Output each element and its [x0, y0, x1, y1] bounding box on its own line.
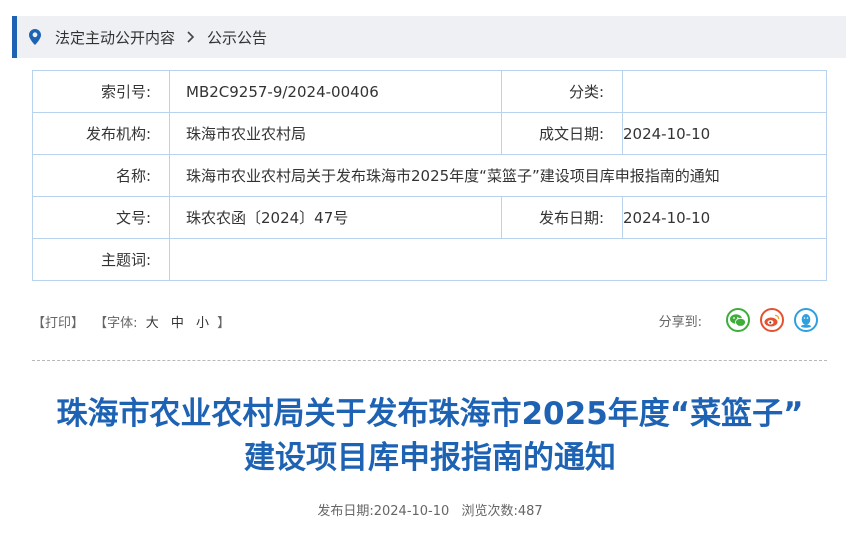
category-value — [622, 70, 827, 113]
views-label: 浏览次数: — [461, 504, 518, 519]
chevron-right-icon — [187, 31, 195, 43]
created-date-label: 成文日期: — [501, 112, 623, 155]
name-value: 珠海市农业农村局关于发布珠海市2025年度“菜篮子”建设项目库申报指南的通知 — [169, 154, 827, 197]
location-pin-icon — [29, 29, 41, 45]
qq-icon[interactable] — [794, 308, 818, 332]
publisher-value: 珠海市农业农村局 — [169, 112, 502, 155]
subject-label: 主题词: — [32, 238, 170, 281]
breadcrumb-current-link[interactable]: 公示公告 — [207, 27, 267, 48]
subject-value — [169, 238, 827, 281]
meta-row-name: 名称: 珠海市农业农村局关于发布珠海市2025年度“菜篮子”建设项目库申报指南的… — [32, 154, 827, 197]
doc-number-label: 文号: — [32, 196, 170, 239]
article-title: 珠海市农业农村局关于发布珠海市2025年度“菜篮子” 建设项目库申报指南的通知 — [20, 392, 840, 480]
meta-row-publisher: 发布机构: 珠海市农业农村局 成文日期: 2024-10-10 — [32, 112, 827, 155]
share-label: 分享到: — [658, 314, 702, 330]
name-label: 名称: — [32, 154, 170, 197]
breadcrumb: 法定主动公开内容 公示公告 — [12, 16, 846, 58]
publish-date-value: 2024-10-10 — [622, 196, 827, 239]
index-value: MB2C9257-9/2024-00406 — [169, 70, 502, 113]
article-tools: 【打印】 【字体: 大 中 小 】 — [32, 312, 230, 331]
font-small-button[interactable]: 小 — [196, 316, 209, 331]
weibo-icon[interactable] — [760, 308, 784, 332]
meta-row-docno: 文号: 珠农农函〔2024〕47号 发布日期: 2024-10-10 — [32, 196, 827, 239]
wechat-icon[interactable] — [726, 308, 750, 332]
publisher-label: 发布机构: — [32, 112, 170, 155]
article-title-line1: 珠海市农业农村局关于发布珠海市2025年度“菜篮子” — [56, 396, 804, 432]
breadcrumb-section-link[interactable]: 法定主动公开内容 — [55, 27, 175, 48]
font-size-suffix: 】 — [217, 316, 231, 331]
font-medium-button[interactable]: 中 — [171, 316, 184, 331]
dashed-divider — [32, 360, 827, 361]
pub-date-label: 发布日期: — [317, 504, 374, 519]
font-large-button[interactable]: 大 — [146, 316, 159, 331]
article-pub-info: 发布日期:2024-10-10 浏览次数:487 — [0, 500, 860, 519]
pub-date-value: 2024-10-10 — [373, 504, 450, 519]
doc-number-value: 珠农农函〔2024〕47号 — [169, 196, 502, 239]
created-date-value: 2024-10-10 — [622, 112, 827, 155]
meta-row-index: 索引号: MB2C9257-9/2024-00406 分类: — [32, 70, 827, 113]
index-label: 索引号: — [32, 70, 170, 113]
print-button[interactable]: 【打印】 — [32, 316, 84, 331]
document-meta-table: 索引号: MB2C9257-9/2024-00406 分类: 发布机构: 珠海市… — [32, 70, 827, 281]
publish-date-label: 发布日期: — [501, 196, 623, 239]
meta-row-subject: 主题词: — [32, 238, 827, 281]
views-value: 487 — [517, 504, 543, 519]
font-size-prefix: 【字体: — [94, 316, 138, 331]
share-bar: 分享到: — [659, 308, 818, 332]
article-title-line2: 建设项目库申报指南的通知 — [244, 440, 616, 476]
category-label: 分类: — [501, 70, 623, 113]
